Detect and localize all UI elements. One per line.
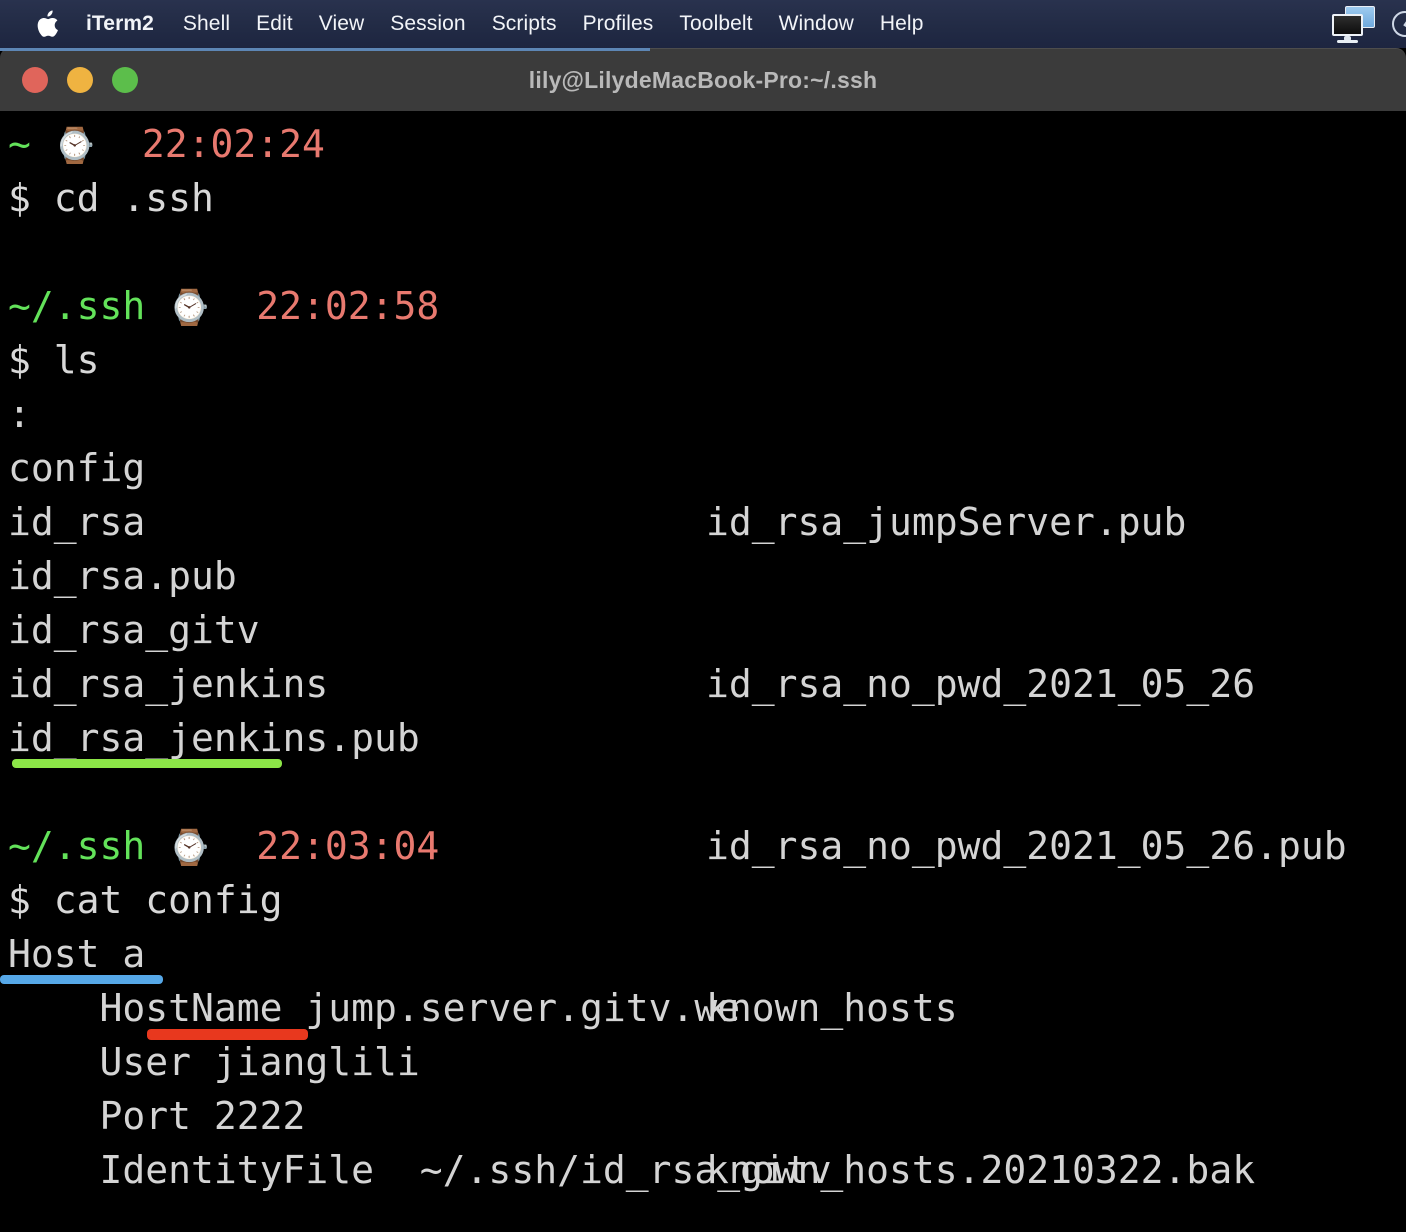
prompt-timestamp: 22:03:04 [256, 824, 440, 868]
window-title: lily@LilydeMacBook-Pro:~/.ssh [528, 66, 878, 93]
highlight-id-rsa-gitv [12, 759, 282, 768]
config-line: IdentityFile ~/.ssh/id_rsa_gitv [8, 1148, 832, 1192]
config-line: Port 2222 [8, 1094, 306, 1138]
menu-item-scripts[interactable]: Scripts [479, 0, 570, 48]
command-text: ls [53, 338, 100, 382]
menu-item-profiles[interactable]: Profiles [570, 0, 667, 48]
prompt-timestamp: 22:02:58 [256, 284, 440, 328]
menu-item-window[interactable]: Window [766, 0, 867, 48]
prompt-line: ~ ⌚ 22:02:24 [0, 117, 1406, 171]
ls-entry: id_rsa_jumpServer.pub [706, 500, 1187, 544]
command-text: cd .ssh [53, 176, 214, 220]
menu-item-toolbelt[interactable]: Toolbelt [666, 0, 765, 48]
prompt-symbol: $ [8, 338, 31, 382]
command-text: cat config [53, 878, 283, 922]
command-line: $ cd .ssh [0, 171, 1406, 225]
macos-menu-bar: iTerm2 Shell Edit View Session Scripts P… [0, 0, 1406, 48]
screen-root: iTerm2 Shell Edit View Session Scripts P… [0, 0, 1406, 1232]
highlight-current-directory [0, 975, 163, 984]
command-line: $ ls [0, 333, 1406, 387]
menu-item-session[interactable]: Session [377, 0, 478, 48]
prompt-path: ~/.ssh [8, 284, 146, 328]
iterm2-window: lily@LilydeMacBook-Pro:~/.ssh ~ ⌚ 22:02:… [0, 48, 1406, 1232]
menu-item-edit[interactable]: Edit [243, 0, 306, 48]
prompt-path: ~/.ssh [8, 824, 146, 868]
prompt-symbol: $ [8, 878, 31, 922]
menubar-status-area [1328, 0, 1406, 48]
minimize-button[interactable] [67, 67, 93, 93]
prompt-path: ~ [8, 122, 31, 166]
ls-output: : config id_rsa id_rsa.pub id_rsa_gitv i… [0, 387, 1406, 1192]
menu-item-view[interactable]: View [306, 0, 378, 48]
screens-icon-front-monitor [1332, 14, 1363, 36]
config-line: HostName jump.server.gitv.we [8, 986, 741, 1030]
window-controls [22, 67, 138, 93]
highlight-config-file [147, 1029, 308, 1040]
prompt-symbol: $ [8, 176, 31, 220]
screens-icon[interactable] [1328, 4, 1380, 44]
screens-icon-front-base [1337, 40, 1358, 43]
command-line: $ cat config [0, 873, 1406, 927]
menu-item-iterm2[interactable]: iTerm2 [86, 0, 170, 48]
watch-icon: ⌚ [53, 126, 97, 166]
prompt-timestamp: 22:02:24 [141, 122, 325, 166]
terminal-content[interactable]: ~ ⌚ 22:02:24 $ cd .ssh ~/.ssh ⌚ 22:02:58… [0, 111, 1406, 1232]
menu-item-shell[interactable]: Shell [170, 0, 243, 48]
close-button[interactable] [22, 67, 48, 93]
clock-icon[interactable] [1392, 11, 1406, 37]
prompt-line: ~/.ssh ⌚ 22:03:04 [0, 819, 1406, 873]
config-line: Host a [8, 932, 146, 976]
menu-item-help[interactable]: Help [867, 0, 937, 48]
watch-icon: ⌚ [168, 288, 211, 328]
ls-entry: id_rsa_no_pwd_2021_05_26 [706, 662, 1256, 706]
zoom-button[interactable] [112, 67, 138, 93]
prompt-line: ~/.ssh ⌚ 22:02:58 [0, 279, 1406, 333]
apple-logo-icon[interactable] [34, 9, 60, 39]
window-titlebar[interactable]: lily@LilydeMacBook-Pro:~/.ssh [0, 48, 1406, 111]
watch-icon: ⌚ [168, 828, 211, 868]
config-line: User jianglili [8, 1040, 420, 1084]
